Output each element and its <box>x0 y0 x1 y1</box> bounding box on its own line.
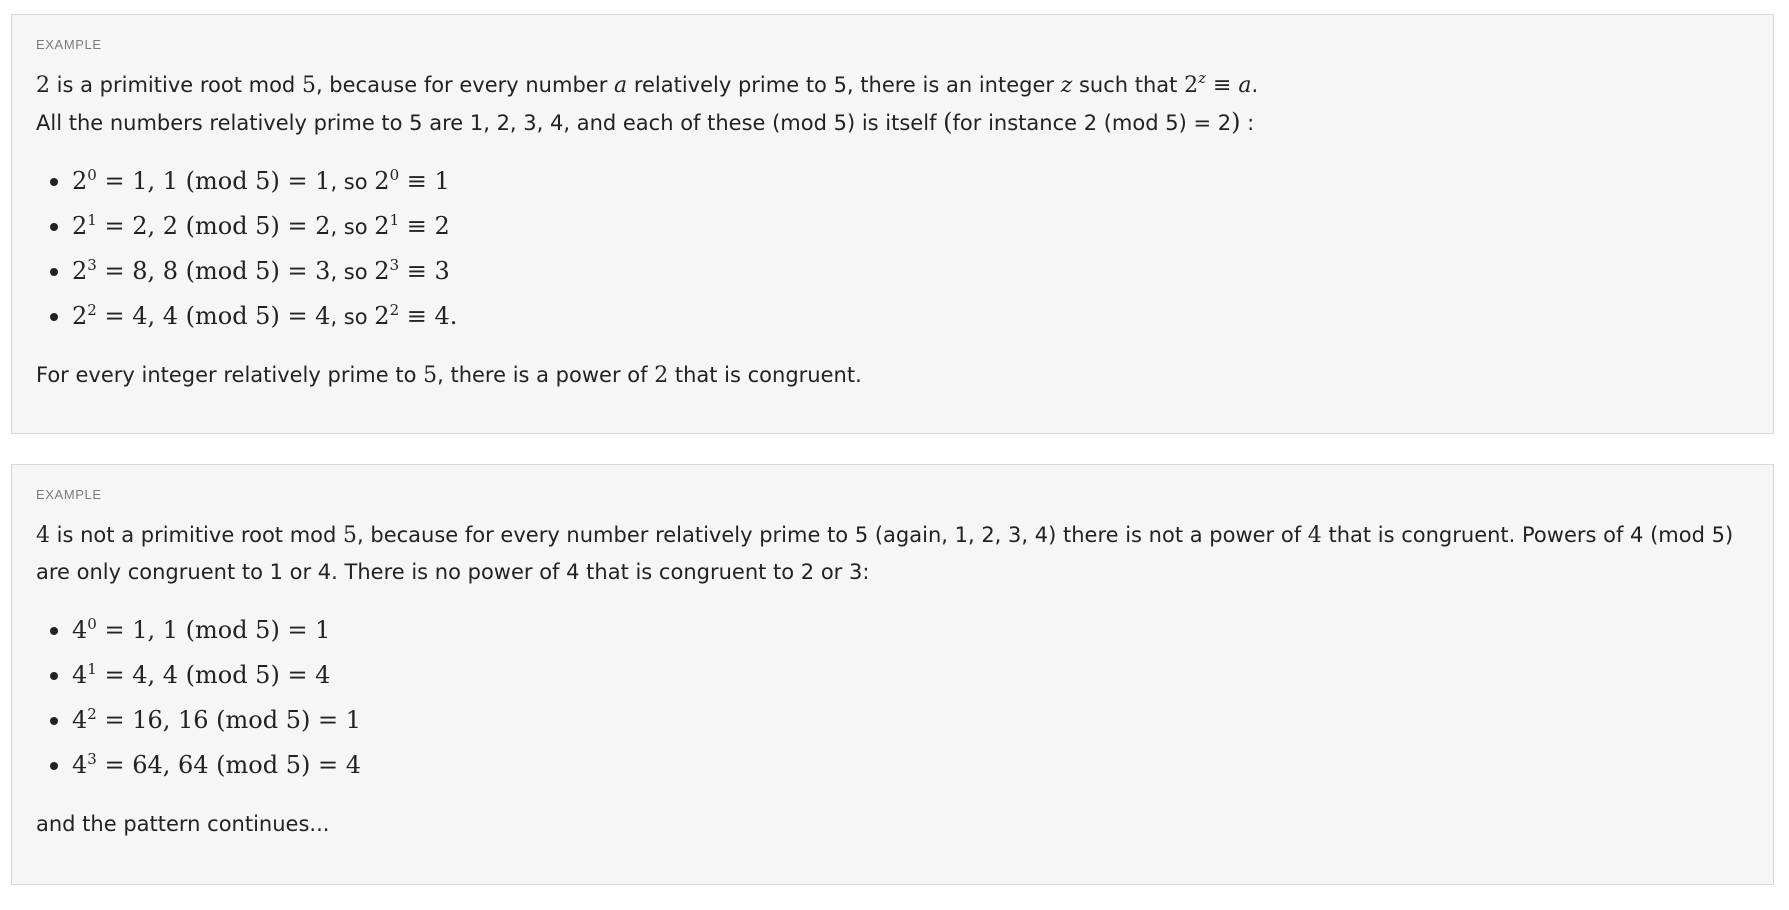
text-run: . <box>1251 73 1259 97</box>
list-item: 40 = 1, 1 (mod 5) = 1 <box>36 608 1749 653</box>
list-item: 43 = 64, 64 (mod 5) = 4 <box>36 743 1749 788</box>
text-run: For every integer relatively prime to <box>36 363 424 387</box>
math-number: 5 <box>343 523 358 548</box>
math-equation: = 1, 1 (mod 5) = 1 <box>96 616 331 644</box>
list-item: 41 = 4, 4 (mod 5) = 4 <box>36 653 1749 698</box>
text-run: , so <box>330 170 375 194</box>
math-exponent: 1 <box>87 211 97 229</box>
math-base: 2 <box>374 167 390 195</box>
text-run: such that <box>1072 73 1185 97</box>
text-run: , because for every number <box>315 73 615 97</box>
math-base: 2 <box>374 212 390 240</box>
math-base: 4 <box>72 661 88 689</box>
math-equation: ≡ 2 <box>399 212 450 240</box>
math-equation: = 4, 4 (mod 5) = 4 <box>96 302 331 330</box>
math-base: 4 <box>72 706 88 734</box>
math-number: 5 <box>301 73 316 98</box>
example-label: EXAMPLE <box>36 487 102 502</box>
list-item: 22 = 4, 4 (mod 5) = 4, so 22 ≡ 4. <box>36 294 1749 339</box>
math-exponent: z <box>1198 69 1206 87</box>
list-item: 42 = 16, 16 (mod 5) = 1 <box>36 698 1749 743</box>
math-equation: = 4, 4 (mod 5) = 4 <box>96 661 331 689</box>
powers-of-2-list: 20 = 1, 1 (mod 5) = 1, so 20 ≡ 1 21 = 2,… <box>36 159 1749 339</box>
math-exponent: 0 <box>87 166 97 184</box>
math-exponent: 2 <box>87 301 97 319</box>
example-box-not-primitive-root: EXAMPLE 4 is not a primitive root mod 5,… <box>11 464 1774 885</box>
text-run: , because for every number relatively pr… <box>357 523 1308 547</box>
math-congruent: ≡ <box>1205 73 1239 98</box>
text-run: , there is a power of <box>437 363 655 387</box>
math-exponent: 0 <box>87 615 97 633</box>
text-run: for instance 2 (mod 5) = 2 <box>952 111 1232 135</box>
math-equation: ≡ 1 <box>399 167 450 195</box>
math-base: 2 <box>72 167 88 195</box>
math-equation: ≡ 3 <box>399 257 450 285</box>
math-variable: a <box>614 73 628 98</box>
math-base: 2 <box>1184 73 1199 98</box>
math-exponent: 3 <box>389 256 400 274</box>
text-run: is not a primitive root mod <box>50 523 344 547</box>
math-number: 2 <box>654 363 669 388</box>
list-item: 23 = 8, 8 (mod 5) = 3, so 23 ≡ 3 <box>36 249 1749 294</box>
math-exponent: 3 <box>87 256 97 274</box>
text-run: that is congruent. <box>668 363 862 387</box>
text-run: relatively prime to 5, there is an integ… <box>627 73 1061 97</box>
list-item: 20 = 1, 1 (mod 5) = 1, so 20 ≡ 1 <box>36 159 1749 204</box>
math-base: 2 <box>374 257 390 285</box>
math-exponent: 2 <box>389 301 400 319</box>
example-box-primitive-root: EXAMPLE 2 is a primitive root mod 5, bec… <box>11 14 1774 434</box>
text-run: All the numbers relatively prime to 5 ar… <box>36 111 944 135</box>
math-exponent: 1 <box>389 211 400 229</box>
text-run: , so <box>330 305 375 329</box>
math-number: 2 <box>36 73 50 98</box>
powers-of-4-list: 40 = 1, 1 (mod 5) = 1 41 = 4, 4 (mod 5) … <box>36 608 1749 788</box>
math-base: 2 <box>72 212 88 240</box>
math-exponent: 0 <box>389 166 400 184</box>
math-variable: z <box>1060 73 1073 98</box>
example-closing-paragraph: For every integer relatively prime to 5,… <box>36 357 1749 394</box>
math-equation: ≡ 4. <box>399 302 458 330</box>
example-intro-paragraph: 2 is a primitive root mod 5, because for… <box>36 67 1749 141</box>
math-number: 5 <box>423 363 438 388</box>
example-intro-paragraph: 4 is not a primitive root mod 5, because… <box>36 517 1749 590</box>
text-run: is a primitive root mod <box>50 73 302 97</box>
text-run: , so <box>330 215 375 239</box>
example-closing-paragraph: and the pattern continues... <box>36 812 330 836</box>
math-equation: = 16, 16 (mod 5) = 1 <box>96 706 361 734</box>
math-equation: = 1, 1 (mod 5) = 1 <box>96 167 331 195</box>
math-number: 4 <box>36 523 50 548</box>
text-run: : <box>1240 111 1255 135</box>
math-base: 4 <box>72 751 88 779</box>
math-exponent: 1 <box>87 660 97 678</box>
math-equation: = 64, 64 (mod 5) = 4 <box>96 751 361 779</box>
math-equation: = 2, 2 (mod 5) = 2 <box>96 212 331 240</box>
example-label: EXAMPLE <box>36 37 102 52</box>
math-exponent: 3 <box>87 750 97 768</box>
math-base: 4 <box>72 616 88 644</box>
math-exponent: 2 <box>87 705 97 723</box>
math-variable: a <box>1238 73 1252 98</box>
text-run: , so <box>330 260 375 284</box>
math-equation: = 8, 8 (mod 5) = 3 <box>96 257 331 285</box>
list-item: 21 = 2, 2 (mod 5) = 2, so 21 ≡ 2 <box>36 204 1749 249</box>
math-base: 2 <box>374 302 390 330</box>
math-number: 4 <box>1307 523 1322 548</box>
math-base: 2 <box>72 257 88 285</box>
math-paren: ( <box>943 108 953 136</box>
math-base: 2 <box>72 302 88 330</box>
